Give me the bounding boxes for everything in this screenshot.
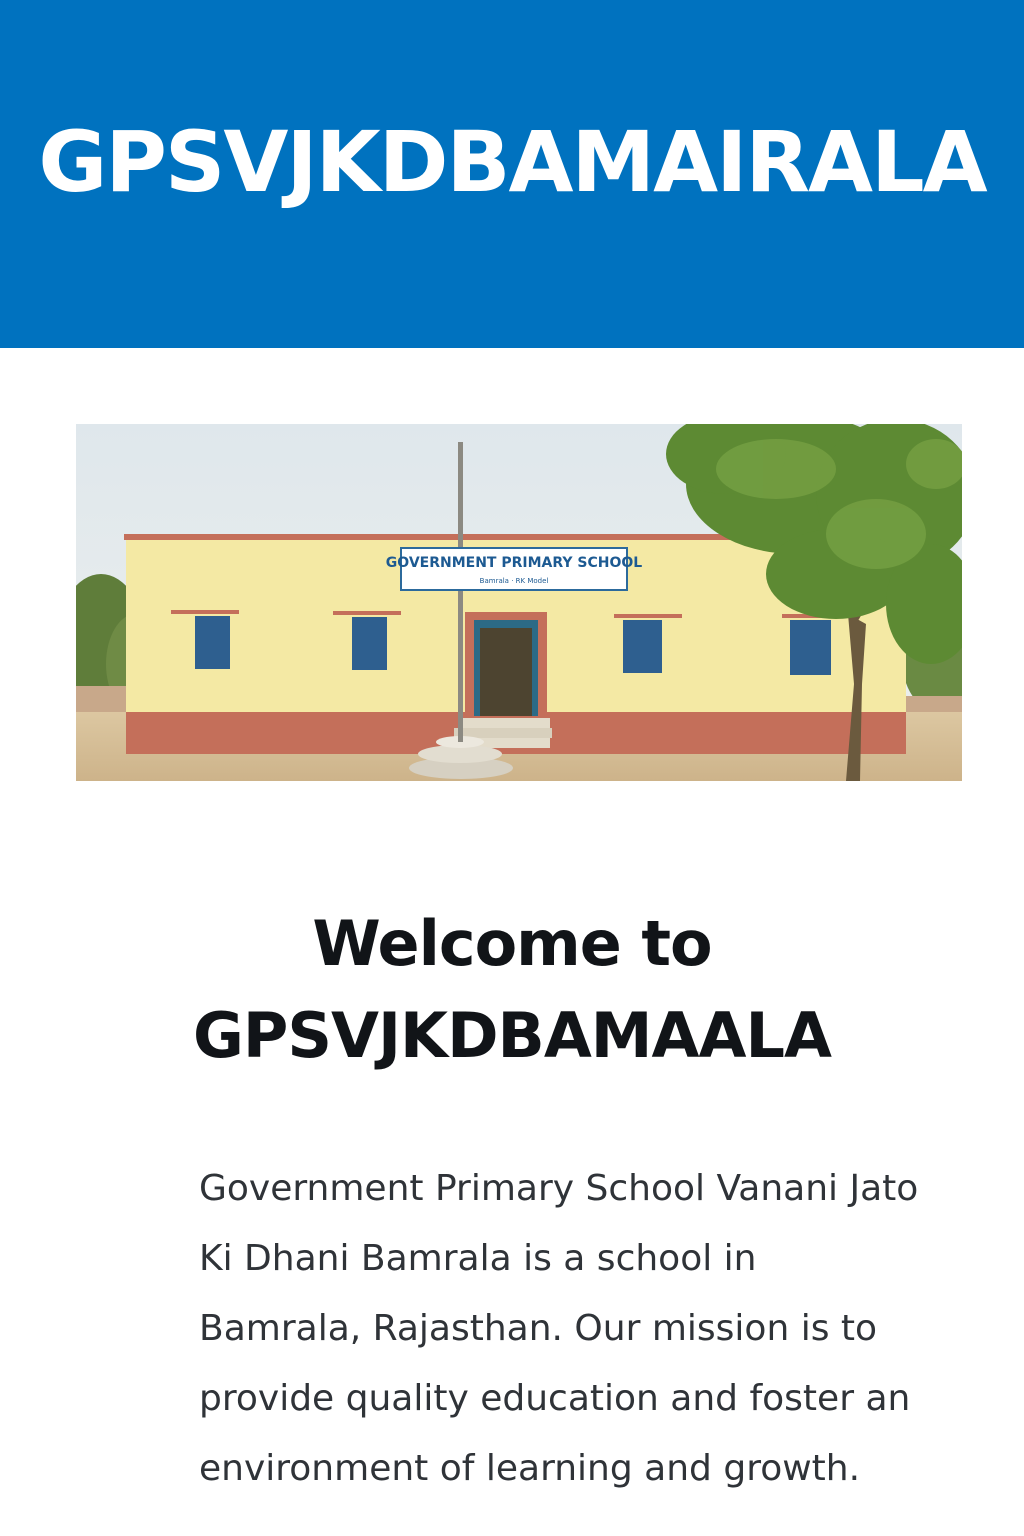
welcome-line-2: GPSVJKDBAMAALA	[193, 999, 832, 1072]
welcome-line-1: Welcome to	[312, 907, 712, 980]
svg-text:Bamrala · RK Model: Bamrala · RK Model	[480, 577, 549, 585]
svg-text:GOVERNMENT PRIMARY SCHOOL: GOVERNMENT PRIMARY SCHOOL	[386, 555, 642, 571]
site-header: GPSVJKDBAMAIRALA	[0, 0, 1024, 348]
intro-paragraph: Government Primary School Vanani Jato Ki…	[199, 1168, 919, 1489]
welcome-heading: Welcome to GPSVJKDBAMAALA	[0, 898, 1024, 1082]
school-building-photo: GOVERNMENT PRIMARY SCHOOL Bamrala · RK M…	[76, 424, 962, 781]
site-title[interactable]: GPSVJKDBAMAIRALA	[0, 112, 1024, 212]
